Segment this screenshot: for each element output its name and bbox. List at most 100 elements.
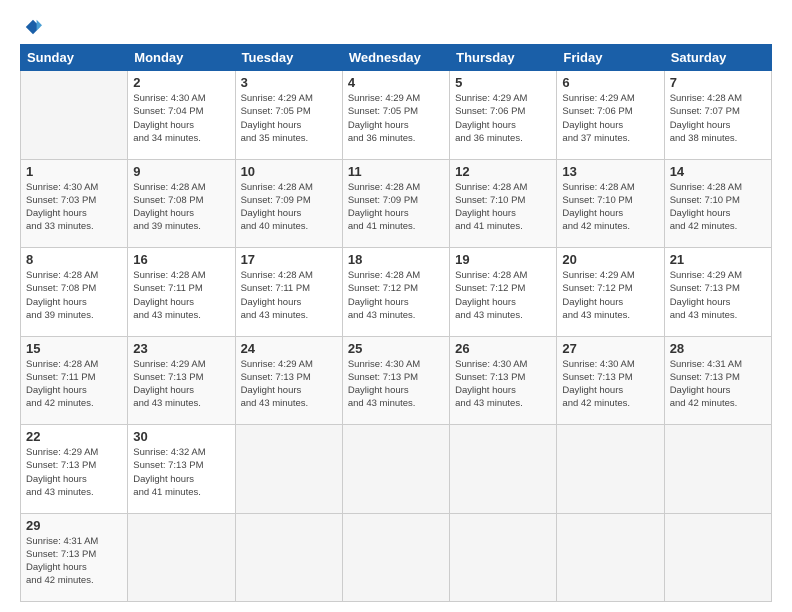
calendar-cell: 12 Sunrise: 4:28 AMSunset: 7:10 PMDaylig… [450, 159, 557, 248]
day-info: Sunrise: 4:31 AMSunset: 7:13 PMDaylight … [670, 359, 742, 410]
calendar-cell: 9 Sunrise: 4:28 AMSunset: 7:08 PMDayligh… [128, 159, 235, 248]
day-number: 30 [133, 429, 229, 444]
calendar-cell [21, 71, 128, 160]
calendar-cell: 5 Sunrise: 4:29 AMSunset: 7:06 PMDayligh… [450, 71, 557, 160]
day-number: 19 [455, 252, 551, 267]
day-number: 27 [562, 341, 658, 356]
calendar-header-friday: Friday [557, 45, 664, 71]
day-info: Sunrise: 4:30 AMSunset: 7:13 PMDaylight … [562, 359, 634, 410]
calendar-header-thursday: Thursday [450, 45, 557, 71]
logo-icon [24, 18, 42, 36]
calendar-cell: 10 Sunrise: 4:28 AMSunset: 7:09 PMDaylig… [235, 159, 342, 248]
calendar-header-sunday: Sunday [21, 45, 128, 71]
calendar-cell [342, 425, 449, 514]
day-number: 3 [241, 75, 337, 90]
page: SundayMondayTuesdayWednesdayThursdayFrid… [0, 0, 792, 612]
day-info: Sunrise: 4:30 AMSunset: 7:04 PMDaylight … [133, 93, 205, 144]
logo-text [20, 18, 42, 36]
day-info: Sunrise: 4:29 AMSunset: 7:06 PMDaylight … [455, 93, 527, 144]
calendar-header-row: SundayMondayTuesdayWednesdayThursdayFrid… [21, 45, 772, 71]
day-info: Sunrise: 4:28 AMSunset: 7:10 PMDaylight … [670, 182, 742, 233]
day-number: 6 [562, 75, 658, 90]
day-number: 7 [670, 75, 766, 90]
calendar-cell: 11 Sunrise: 4:28 AMSunset: 7:09 PMDaylig… [342, 159, 449, 248]
day-info: Sunrise: 4:28 AMSunset: 7:08 PMDaylight … [133, 182, 205, 233]
calendar-cell: 1 Sunrise: 4:30 AMSunset: 7:03 PMDayligh… [21, 159, 128, 248]
day-number: 12 [455, 164, 551, 179]
calendar-cell: 8 Sunrise: 4:28 AMSunset: 7:08 PMDayligh… [21, 248, 128, 337]
calendar-cell: 21 Sunrise: 4:29 AMSunset: 7:13 PMDaylig… [664, 248, 771, 337]
calendar-cell: 22 Sunrise: 4:29 AMSunset: 7:13 PMDaylig… [21, 425, 128, 514]
calendar-cell: 26 Sunrise: 4:30 AMSunset: 7:13 PMDaylig… [450, 336, 557, 425]
day-number: 4 [348, 75, 444, 90]
day-info: Sunrise: 4:28 AMSunset: 7:09 PMDaylight … [348, 182, 420, 233]
calendar-cell: 13 Sunrise: 4:28 AMSunset: 7:10 PMDaylig… [557, 159, 664, 248]
logo [20, 18, 42, 36]
day-number: 18 [348, 252, 444, 267]
day-info: Sunrise: 4:29 AMSunset: 7:05 PMDaylight … [348, 93, 420, 144]
day-number: 9 [133, 164, 229, 179]
calendar-cell: 17 Sunrise: 4:28 AMSunset: 7:11 PMDaylig… [235, 248, 342, 337]
calendar-week-row: 15 Sunrise: 4:28 AMSunset: 7:11 PMDaylig… [21, 336, 772, 425]
day-number: 2 [133, 75, 229, 90]
day-info: Sunrise: 4:30 AMSunset: 7:03 PMDaylight … [26, 182, 98, 233]
calendar-cell: 15 Sunrise: 4:28 AMSunset: 7:11 PMDaylig… [21, 336, 128, 425]
calendar-cell [235, 425, 342, 514]
calendar-cell: 6 Sunrise: 4:29 AMSunset: 7:06 PMDayligh… [557, 71, 664, 160]
day-info: Sunrise: 4:29 AMSunset: 7:13 PMDaylight … [133, 359, 205, 410]
day-info: Sunrise: 4:29 AMSunset: 7:13 PMDaylight … [26, 447, 98, 498]
calendar-cell [557, 425, 664, 514]
calendar-cell: 3 Sunrise: 4:29 AMSunset: 7:05 PMDayligh… [235, 71, 342, 160]
day-info: Sunrise: 4:28 AMSunset: 7:07 PMDaylight … [670, 93, 742, 144]
day-number: 1 [26, 164, 122, 179]
calendar-cell: 7 Sunrise: 4:28 AMSunset: 7:07 PMDayligh… [664, 71, 771, 160]
calendar-cell [450, 513, 557, 602]
day-info: Sunrise: 4:28 AMSunset: 7:09 PMDaylight … [241, 182, 313, 233]
day-info: Sunrise: 4:30 AMSunset: 7:13 PMDaylight … [348, 359, 420, 410]
day-info: Sunrise: 4:29 AMSunset: 7:13 PMDaylight … [241, 359, 313, 410]
day-number: 17 [241, 252, 337, 267]
day-info: Sunrise: 4:29 AMSunset: 7:13 PMDaylight … [670, 270, 742, 321]
calendar-cell: 18 Sunrise: 4:28 AMSunset: 7:12 PMDaylig… [342, 248, 449, 337]
day-info: Sunrise: 4:28 AMSunset: 7:12 PMDaylight … [348, 270, 420, 321]
calendar-week-row: 29 Sunrise: 4:31 AMSunset: 7:13 PMDaylig… [21, 513, 772, 602]
calendar-cell: 27 Sunrise: 4:30 AMSunset: 7:13 PMDaylig… [557, 336, 664, 425]
day-number: 11 [348, 164, 444, 179]
calendar-cell: 2 Sunrise: 4:30 AMSunset: 7:04 PMDayligh… [128, 71, 235, 160]
calendar-cell: 20 Sunrise: 4:29 AMSunset: 7:12 PMDaylig… [557, 248, 664, 337]
day-info: Sunrise: 4:28 AMSunset: 7:11 PMDaylight … [26, 359, 98, 410]
calendar-cell: 29 Sunrise: 4:31 AMSunset: 7:13 PMDaylig… [21, 513, 128, 602]
calendar-cell [128, 513, 235, 602]
day-number: 14 [670, 164, 766, 179]
day-info: Sunrise: 4:29 AMSunset: 7:05 PMDaylight … [241, 93, 313, 144]
day-number: 21 [670, 252, 766, 267]
calendar-cell: 28 Sunrise: 4:31 AMSunset: 7:13 PMDaylig… [664, 336, 771, 425]
header [20, 18, 772, 36]
day-number: 24 [241, 341, 337, 356]
calendar-table: SundayMondayTuesdayWednesdayThursdayFrid… [20, 44, 772, 602]
day-number: 20 [562, 252, 658, 267]
calendar-header-monday: Monday [128, 45, 235, 71]
calendar-cell: 25 Sunrise: 4:30 AMSunset: 7:13 PMDaylig… [342, 336, 449, 425]
calendar-week-row: 1 Sunrise: 4:30 AMSunset: 7:03 PMDayligh… [21, 159, 772, 248]
calendar-cell [342, 513, 449, 602]
day-info: Sunrise: 4:29 AMSunset: 7:06 PMDaylight … [562, 93, 634, 144]
calendar-cell [450, 425, 557, 514]
day-info: Sunrise: 4:28 AMSunset: 7:10 PMDaylight … [562, 182, 634, 233]
day-info: Sunrise: 4:30 AMSunset: 7:13 PMDaylight … [455, 359, 527, 410]
day-info: Sunrise: 4:31 AMSunset: 7:13 PMDaylight … [26, 536, 98, 587]
day-number: 22 [26, 429, 122, 444]
calendar-cell [664, 513, 771, 602]
calendar-header-tuesday: Tuesday [235, 45, 342, 71]
day-info: Sunrise: 4:32 AMSunset: 7:13 PMDaylight … [133, 447, 205, 498]
calendar-cell: 23 Sunrise: 4:29 AMSunset: 7:13 PMDaylig… [128, 336, 235, 425]
calendar-week-row: 8 Sunrise: 4:28 AMSunset: 7:08 PMDayligh… [21, 248, 772, 337]
calendar-cell: 14 Sunrise: 4:28 AMSunset: 7:10 PMDaylig… [664, 159, 771, 248]
calendar-cell [664, 425, 771, 514]
calendar-cell: 4 Sunrise: 4:29 AMSunset: 7:05 PMDayligh… [342, 71, 449, 160]
day-number: 15 [26, 341, 122, 356]
day-number: 25 [348, 341, 444, 356]
calendar-cell: 16 Sunrise: 4:28 AMSunset: 7:11 PMDaylig… [128, 248, 235, 337]
day-number: 8 [26, 252, 122, 267]
day-info: Sunrise: 4:28 AMSunset: 7:10 PMDaylight … [455, 182, 527, 233]
